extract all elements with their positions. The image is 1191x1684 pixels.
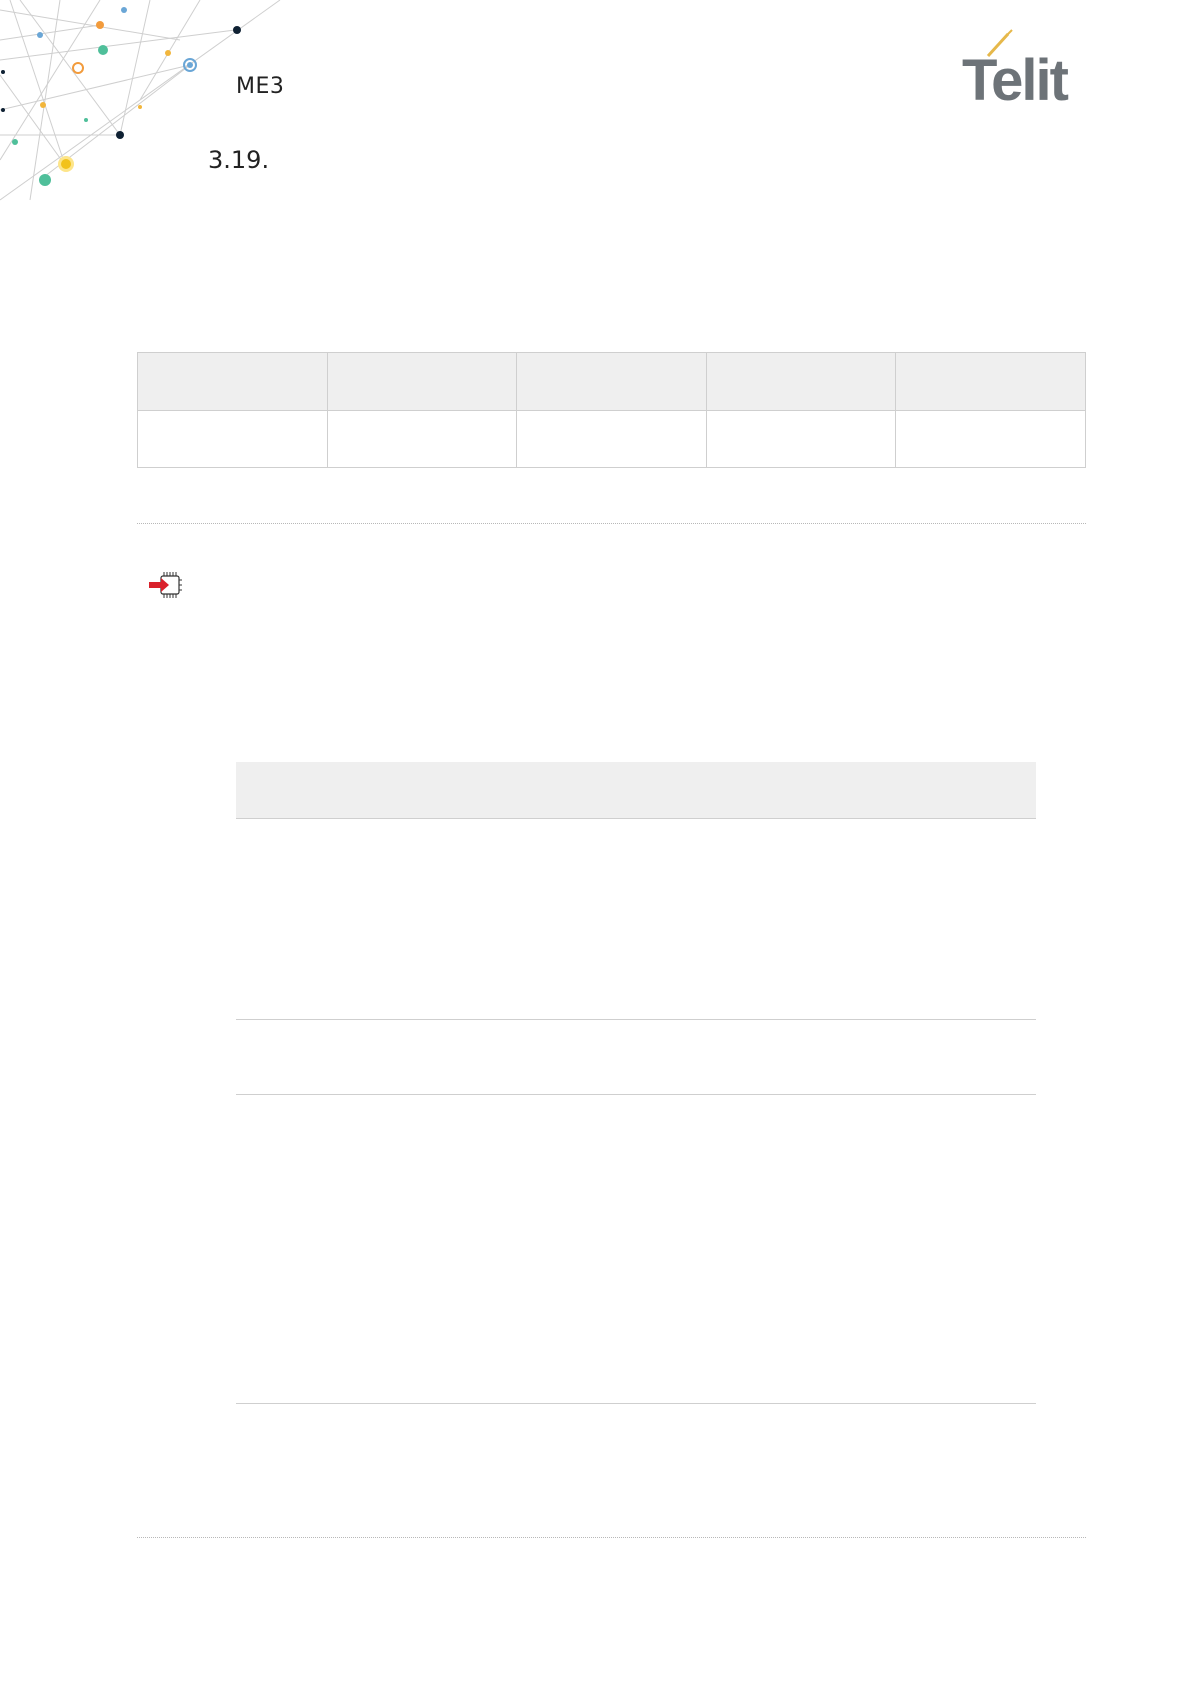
table-cell (326, 409, 518, 468)
table-header-cell (326, 352, 518, 411)
table-cell (137, 409, 328, 468)
parameter-table-header (236, 762, 1036, 819)
table-divider (236, 1403, 1036, 1404)
header-product-name: ME3 (236, 74, 285, 99)
section-number: 3.19. (208, 146, 270, 174)
table-divider (236, 1094, 1036, 1095)
table-cell (705, 409, 897, 468)
svg-text:Telit: Telit (962, 48, 1069, 106)
dotted-divider (137, 1537, 1086, 1538)
table-header-cell (137, 352, 328, 411)
table-header-cell (895, 352, 1086, 411)
table-cell (516, 409, 707, 468)
table-header-cell (705, 352, 897, 411)
table-header-row (137, 352, 1086, 411)
telit-logo: Telit (962, 29, 1071, 106)
table-row (137, 409, 1086, 468)
command-info-table (137, 352, 1086, 468)
table-divider (236, 1019, 1036, 1020)
table-header-cell (516, 352, 707, 411)
table-cell (895, 409, 1086, 468)
dotted-divider (137, 523, 1086, 524)
chip-with-red-arrow-icon (149, 572, 182, 598)
decorative-network-graphic (0, 0, 281, 201)
